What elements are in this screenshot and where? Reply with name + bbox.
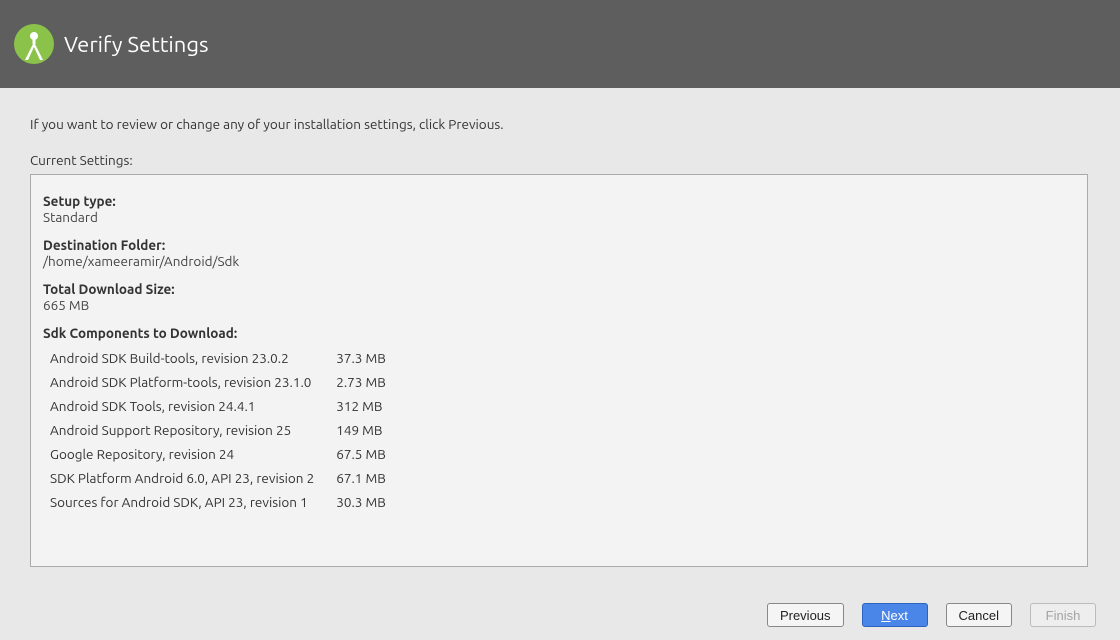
component-size: 37.3 MB [336,347,386,369]
component-name: SDK Platform Android 6.0, API 23, revisi… [45,467,334,489]
table-row: Google Repository, revision 2467.5 MB [45,443,386,465]
component-name: Android SDK Tools, revision 24.4.1 [45,395,334,417]
download-size-label: Total Download Size: [43,281,1075,297]
table-row: SDK Platform Android 6.0, API 23, revisi… [45,467,386,489]
download-size-value: 665 MB [43,297,1075,313]
setup-type-label: Setup type: [43,193,1075,209]
component-size: 67.1 MB [336,467,386,489]
finish-button[interactable]: Finish [1030,603,1096,627]
next-suffix: ext [891,608,908,623]
table-row: Android SDK Build-tools, revision 23.0.2… [45,347,386,369]
component-size: 30.3 MB [336,491,386,513]
previous-button[interactable]: Previous [767,603,844,627]
component-name: Google Repository, revision 24 [45,443,334,465]
table-row: Android SDK Platform-tools, revision 23.… [45,371,386,393]
table-row: Android Support Repository, revision 251… [45,419,386,441]
destination-folder-value: /home/xameeramir/Android/Sdk [43,253,1075,269]
component-size: 67.5 MB [336,443,386,465]
component-size: 312 MB [336,395,386,417]
component-name: Android Support Repository, revision 25 [45,419,334,441]
current-settings-label: Current Settings: [30,152,1090,168]
cancel-button[interactable]: Cancel [946,603,1012,627]
content-area: If you want to review or change any of y… [0,88,1120,567]
footer-buttons: Previous Next Cancel Finish [0,590,1120,640]
component-name: Android SDK Build-tools, revision 23.0.2 [45,347,334,369]
component-size: 2.73 MB [336,371,386,393]
setup-type-value: Standard [43,209,1075,225]
table-row: Sources for Android SDK, API 23, revisio… [45,491,386,513]
components-table: Android SDK Build-tools, revision 23.0.2… [43,345,388,515]
instruction-text: If you want to review or change any of y… [30,116,1090,132]
android-studio-logo-icon [12,22,56,66]
header-bar: Verify Settings [0,0,1120,88]
next-mnemonic: N [881,608,890,623]
next-button[interactable]: Next [862,603,928,627]
component-name: Sources for Android SDK, API 23, revisio… [45,491,334,513]
settings-panel[interactable]: Setup type: Standard Destination Folder:… [30,174,1088,567]
table-row: Android SDK Tools, revision 24.4.1312 MB [45,395,386,417]
components-label: Sdk Components to Download: [43,325,1075,341]
component-name: Android SDK Platform-tools, revision 23.… [45,371,334,393]
page-title: Verify Settings [64,32,209,57]
component-size: 149 MB [336,419,386,441]
destination-folder-label: Destination Folder: [43,237,1075,253]
